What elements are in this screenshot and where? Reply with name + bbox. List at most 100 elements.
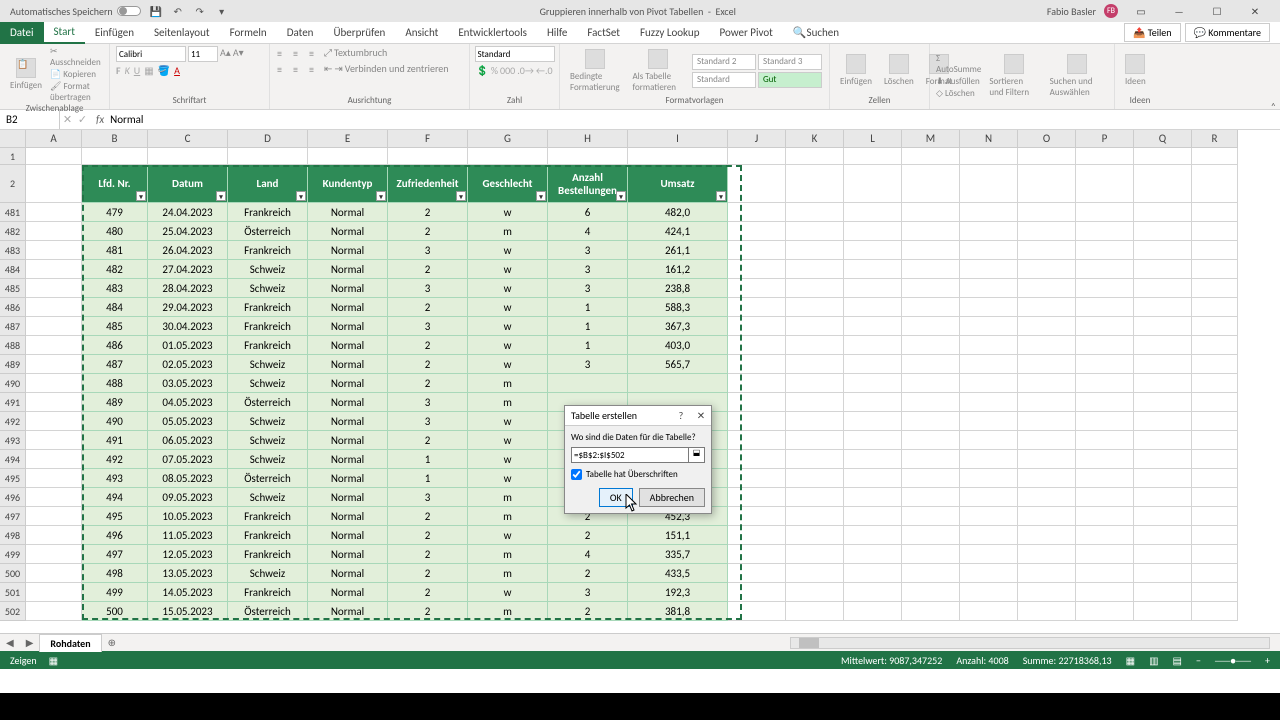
row-header[interactable]: 496: [0, 488, 26, 507]
cell[interactable]: [1192, 279, 1238, 298]
cell[interactable]: [960, 488, 1018, 507]
ideas-button[interactable]: Ideen: [1121, 52, 1150, 89]
cell[interactable]: [786, 203, 844, 222]
tab-fuzzy[interactable]: Fuzzy Lookup: [630, 22, 710, 44]
cell[interactable]: [26, 431, 82, 450]
table-cell[interactable]: 14.05.2023: [148, 583, 228, 602]
cell[interactable]: [844, 526, 902, 545]
autosum-button[interactable]: Σ AutoSumme: [936, 53, 981, 75]
increase-font-icon[interactable]: A▴: [220, 46, 231, 62]
table-cell[interactable]: Frankreich: [228, 336, 308, 355]
table-cell[interactable]: 488: [82, 374, 148, 393]
cell[interactable]: [960, 203, 1018, 222]
cell[interactable]: [728, 374, 786, 393]
cell[interactable]: [26, 241, 82, 260]
cell[interactable]: [844, 564, 902, 583]
cell[interactable]: [1018, 203, 1076, 222]
ok-button[interactable]: OK: [599, 488, 633, 507]
table-cell[interactable]: 01.05.2023: [148, 336, 228, 355]
style-standard3[interactable]: Standard 3: [758, 54, 822, 70]
fill-button[interactable]: ⬇ Ausfüllen: [936, 76, 981, 87]
table-cell[interactable]: 6: [548, 203, 628, 222]
sheet-nav-next-icon[interactable]: ▶: [20, 636, 40, 649]
cell[interactable]: [960, 374, 1018, 393]
cell[interactable]: [26, 412, 82, 431]
table-cell[interactable]: 12.05.2023: [148, 545, 228, 564]
cell[interactable]: [728, 165, 786, 203]
cell[interactable]: [308, 148, 388, 165]
cell[interactable]: [960, 507, 1018, 526]
cell[interactable]: [728, 564, 786, 583]
column-header[interactable]: H: [548, 130, 628, 148]
format-painter-button[interactable]: 🖌 Format übertragen: [50, 81, 103, 103]
cell[interactable]: [960, 148, 1018, 165]
cell[interactable]: [1018, 241, 1076, 260]
cell[interactable]: [26, 279, 82, 298]
cell[interactable]: [844, 222, 902, 241]
table-cell[interactable]: w: [468, 412, 548, 431]
cell[interactable]: [1018, 355, 1076, 374]
cell[interactable]: [1192, 526, 1238, 545]
tab-entwicklertools[interactable]: Entwicklertools: [448, 22, 537, 44]
table-cell[interactable]: w: [468, 526, 548, 545]
cell[interactable]: [1192, 260, 1238, 279]
cell[interactable]: [1192, 298, 1238, 317]
cell[interactable]: [902, 260, 960, 279]
tab-factset[interactable]: FactSet: [577, 22, 630, 44]
cell[interactable]: [1192, 564, 1238, 583]
cell[interactable]: [1134, 355, 1192, 374]
cell[interactable]: [960, 317, 1018, 336]
formula-input[interactable]: Normal: [110, 113, 143, 126]
cut-button[interactable]: ✂ Ausschneiden: [50, 46, 103, 68]
cell[interactable]: [1192, 355, 1238, 374]
table-cell[interactable]: Normal: [308, 545, 388, 564]
table-cell[interactable]: w: [468, 450, 548, 469]
cell[interactable]: [1134, 165, 1192, 203]
table-cell[interactable]: Normal: [308, 526, 388, 545]
cell[interactable]: [1076, 488, 1134, 507]
table-cell[interactable]: m: [468, 222, 548, 241]
table-cell[interactable]: 2: [388, 203, 468, 222]
decrease-decimal-icon[interactable]: ←.0: [536, 64, 553, 77]
table-cell[interactable]: 484: [82, 298, 148, 317]
tab-file[interactable]: Datei: [0, 22, 44, 44]
table-cell[interactable]: 08.05.2023: [148, 469, 228, 488]
cell[interactable]: [786, 317, 844, 336]
table-cell[interactable]: Normal: [308, 431, 388, 450]
table-cell[interactable]: 1: [388, 469, 468, 488]
table-cell[interactable]: 151,1: [628, 526, 728, 545]
cell[interactable]: [844, 431, 902, 450]
collapse-ribbon-icon[interactable]: ˄: [1271, 100, 1276, 113]
cell[interactable]: [1134, 298, 1192, 317]
column-header[interactable]: P: [1076, 130, 1134, 148]
cell[interactable]: [1192, 374, 1238, 393]
search-box[interactable]: 🔍 Suchen: [783, 22, 849, 44]
cell[interactable]: [1018, 148, 1076, 165]
cell[interactable]: [1192, 488, 1238, 507]
cell[interactable]: [26, 583, 82, 602]
row-header[interactable]: 501: [0, 583, 26, 602]
cell[interactable]: [786, 355, 844, 374]
cell[interactable]: [844, 488, 902, 507]
cell[interactable]: [960, 393, 1018, 412]
table-cell[interactable]: 485: [82, 317, 148, 336]
cell[interactable]: [960, 165, 1018, 203]
minimize-button[interactable]: —: [1164, 4, 1194, 18]
table-cell[interactable]: Schweiz: [228, 450, 308, 469]
table-cell[interactable]: w: [468, 431, 548, 450]
table-cell[interactable]: 483: [82, 279, 148, 298]
table-cell[interactable]: 424,1: [628, 222, 728, 241]
filter-dropdown-icon[interactable]: ▾: [376, 191, 386, 201]
table-cell[interactable]: Schweiz: [228, 355, 308, 374]
table-cell[interactable]: w: [468, 260, 548, 279]
cell[interactable]: [1134, 545, 1192, 564]
cell[interactable]: [26, 507, 82, 526]
cell[interactable]: [1134, 317, 1192, 336]
cell[interactable]: [1134, 260, 1192, 279]
cell[interactable]: [1134, 393, 1192, 412]
view-layout-icon[interactable]: ▥: [1149, 654, 1158, 667]
table-cell[interactable]: Normal: [308, 583, 388, 602]
cell[interactable]: [1076, 260, 1134, 279]
row-header[interactable]: 488: [0, 336, 26, 355]
cell[interactable]: [1018, 393, 1076, 412]
